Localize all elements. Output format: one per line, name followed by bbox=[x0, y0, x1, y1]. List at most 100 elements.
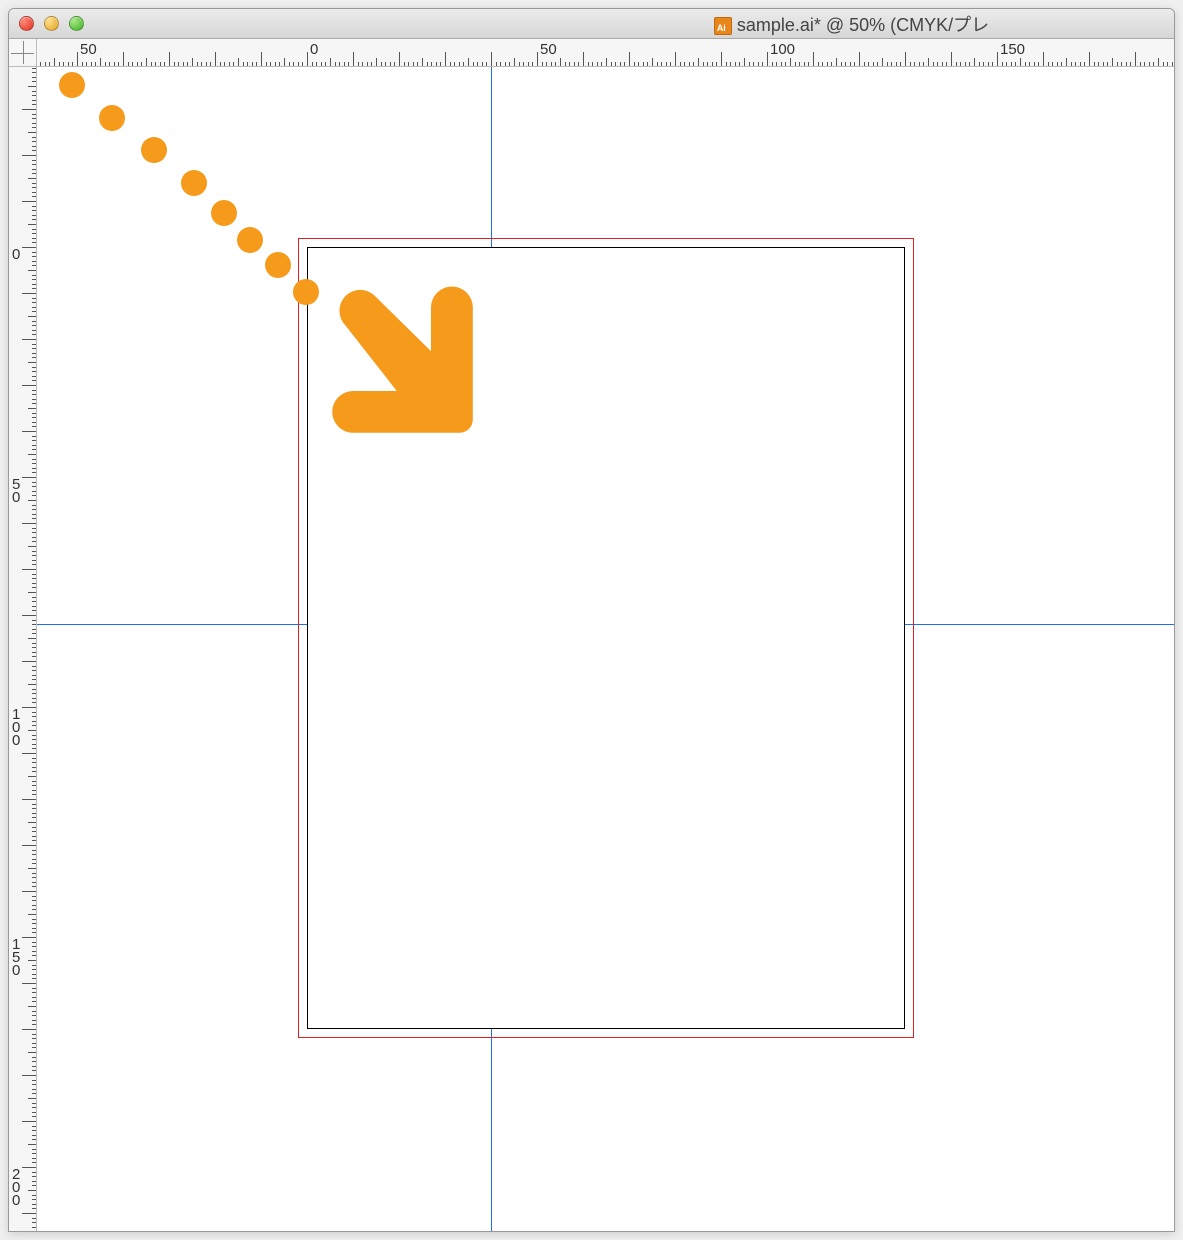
annotation-dot bbox=[237, 227, 263, 253]
ruler-tick bbox=[491, 52, 492, 66]
ruler-tick bbox=[523, 62, 524, 66]
ruler-tick bbox=[762, 62, 763, 66]
ruler-tick bbox=[32, 932, 36, 933]
ruler-tick bbox=[32, 77, 36, 78]
ruler-origin-box[interactable] bbox=[9, 39, 37, 67]
ruler-tick bbox=[983, 62, 984, 66]
ruler-tick bbox=[174, 62, 175, 66]
ruler-tick bbox=[32, 403, 36, 404]
ruler-tick bbox=[54, 58, 55, 66]
vertical-ruler[interactable]: 50050100150200250300 bbox=[9, 67, 37, 1231]
ruler-tick bbox=[32, 160, 36, 161]
ruler-tick bbox=[32, 330, 36, 331]
ruler-tick bbox=[1089, 52, 1090, 66]
ruler-tick bbox=[427, 62, 428, 66]
ruler-tick bbox=[109, 62, 110, 66]
ruler-tick bbox=[960, 62, 961, 66]
ruler-tick bbox=[32, 505, 36, 506]
ruler-tick bbox=[32, 836, 36, 837]
ruler-tick bbox=[32, 1020, 36, 1021]
ruler-tick bbox=[28, 1098, 36, 1099]
minimize-button[interactable] bbox=[44, 16, 59, 31]
ruler-tick bbox=[28, 362, 36, 363]
ruler-tick bbox=[896, 62, 897, 66]
ruler-tick bbox=[749, 62, 750, 66]
canvas[interactable] bbox=[37, 67, 1174, 1231]
ruler-tick bbox=[32, 114, 36, 115]
ruler-tick bbox=[32, 1103, 36, 1104]
annotation-dot bbox=[265, 252, 291, 278]
ruler-tick bbox=[914, 62, 915, 66]
ruler-tick bbox=[151, 62, 152, 66]
ruler-tick bbox=[611, 62, 612, 66]
close-button[interactable] bbox=[19, 16, 34, 31]
ruler-tick bbox=[32, 206, 36, 207]
ruler-tick bbox=[1130, 62, 1131, 66]
ruler-tick bbox=[1149, 62, 1150, 66]
ruler-label: 0 bbox=[12, 249, 34, 262]
ruler-tick bbox=[1084, 62, 1085, 66]
annotation-dot bbox=[211, 200, 237, 226]
ruler-tick bbox=[32, 118, 36, 119]
horizontal-ruler[interactable]: 10050050100150200250 bbox=[37, 39, 1174, 67]
ruler-tick bbox=[28, 454, 36, 455]
ruler-tick bbox=[436, 62, 437, 66]
ruler-tick bbox=[22, 569, 36, 570]
titlebar[interactable]: Ai sample.ai* @ 50% (CMYK/プレ bbox=[9, 9, 1174, 39]
ruler-tick bbox=[1126, 62, 1127, 66]
ruler-tick bbox=[891, 62, 892, 66]
ruler-tick bbox=[32, 95, 36, 96]
ruler-tick bbox=[206, 62, 207, 66]
ruler-tick bbox=[22, 1213, 36, 1214]
ruler-tick bbox=[28, 822, 36, 823]
ruler-tick bbox=[887, 62, 888, 66]
ruler-tick bbox=[32, 238, 36, 239]
ruler-tick bbox=[32, 831, 36, 832]
ruler-tick bbox=[629, 52, 630, 66]
ruler-tick bbox=[32, 91, 36, 92]
ruler-tick bbox=[22, 845, 36, 846]
ruler-tick bbox=[321, 62, 322, 66]
ruler-tick bbox=[864, 62, 865, 66]
ruler-tick bbox=[32, 675, 36, 676]
ruler-tick bbox=[965, 62, 966, 66]
ruler-tick bbox=[32, 298, 36, 299]
ruler-tick bbox=[32, 1158, 36, 1159]
ruler-tick bbox=[22, 1167, 36, 1168]
ruler-tick bbox=[201, 62, 202, 66]
ruler-tick bbox=[32, 357, 36, 358]
ruler-tick bbox=[316, 62, 317, 66]
ruler-tick bbox=[509, 62, 510, 66]
ruler-tick bbox=[808, 62, 809, 66]
ruler-tick bbox=[1071, 62, 1072, 66]
ruler-tick bbox=[22, 523, 36, 524]
ruler-tick bbox=[772, 62, 773, 66]
ruler-tick bbox=[799, 62, 800, 66]
ruler-tick bbox=[1094, 62, 1095, 66]
ruler-label: 150 bbox=[12, 939, 34, 977]
ruler-tick bbox=[477, 62, 478, 66]
ruler-tick bbox=[1057, 62, 1058, 66]
ruler-tick bbox=[32, 1222, 36, 1223]
ruler-tick bbox=[739, 62, 740, 66]
ruler-tick bbox=[32, 748, 36, 749]
ruler-tick bbox=[32, 265, 36, 266]
ruler-tick bbox=[22, 937, 36, 938]
ruler-tick bbox=[32, 1066, 36, 1067]
annotation-dot bbox=[293, 279, 319, 305]
ruler-tick bbox=[1107, 62, 1108, 66]
ruler-tick bbox=[32, 371, 36, 372]
ruler-label: 50 bbox=[12, 479, 34, 505]
ruler-tick bbox=[32, 463, 36, 464]
ruler-tick bbox=[32, 808, 36, 809]
artboard[interactable] bbox=[307, 247, 905, 1029]
ruler-tick bbox=[32, 1047, 36, 1048]
ruler-tick bbox=[32, 923, 36, 924]
ruler-tick bbox=[979, 62, 980, 66]
ruler-tick bbox=[463, 62, 464, 66]
ruler-tick bbox=[735, 62, 736, 66]
ruler-tick bbox=[32, 219, 36, 220]
ruler-tick bbox=[422, 58, 423, 66]
ruler-tick bbox=[32, 928, 36, 929]
zoom-button[interactable] bbox=[69, 16, 84, 31]
